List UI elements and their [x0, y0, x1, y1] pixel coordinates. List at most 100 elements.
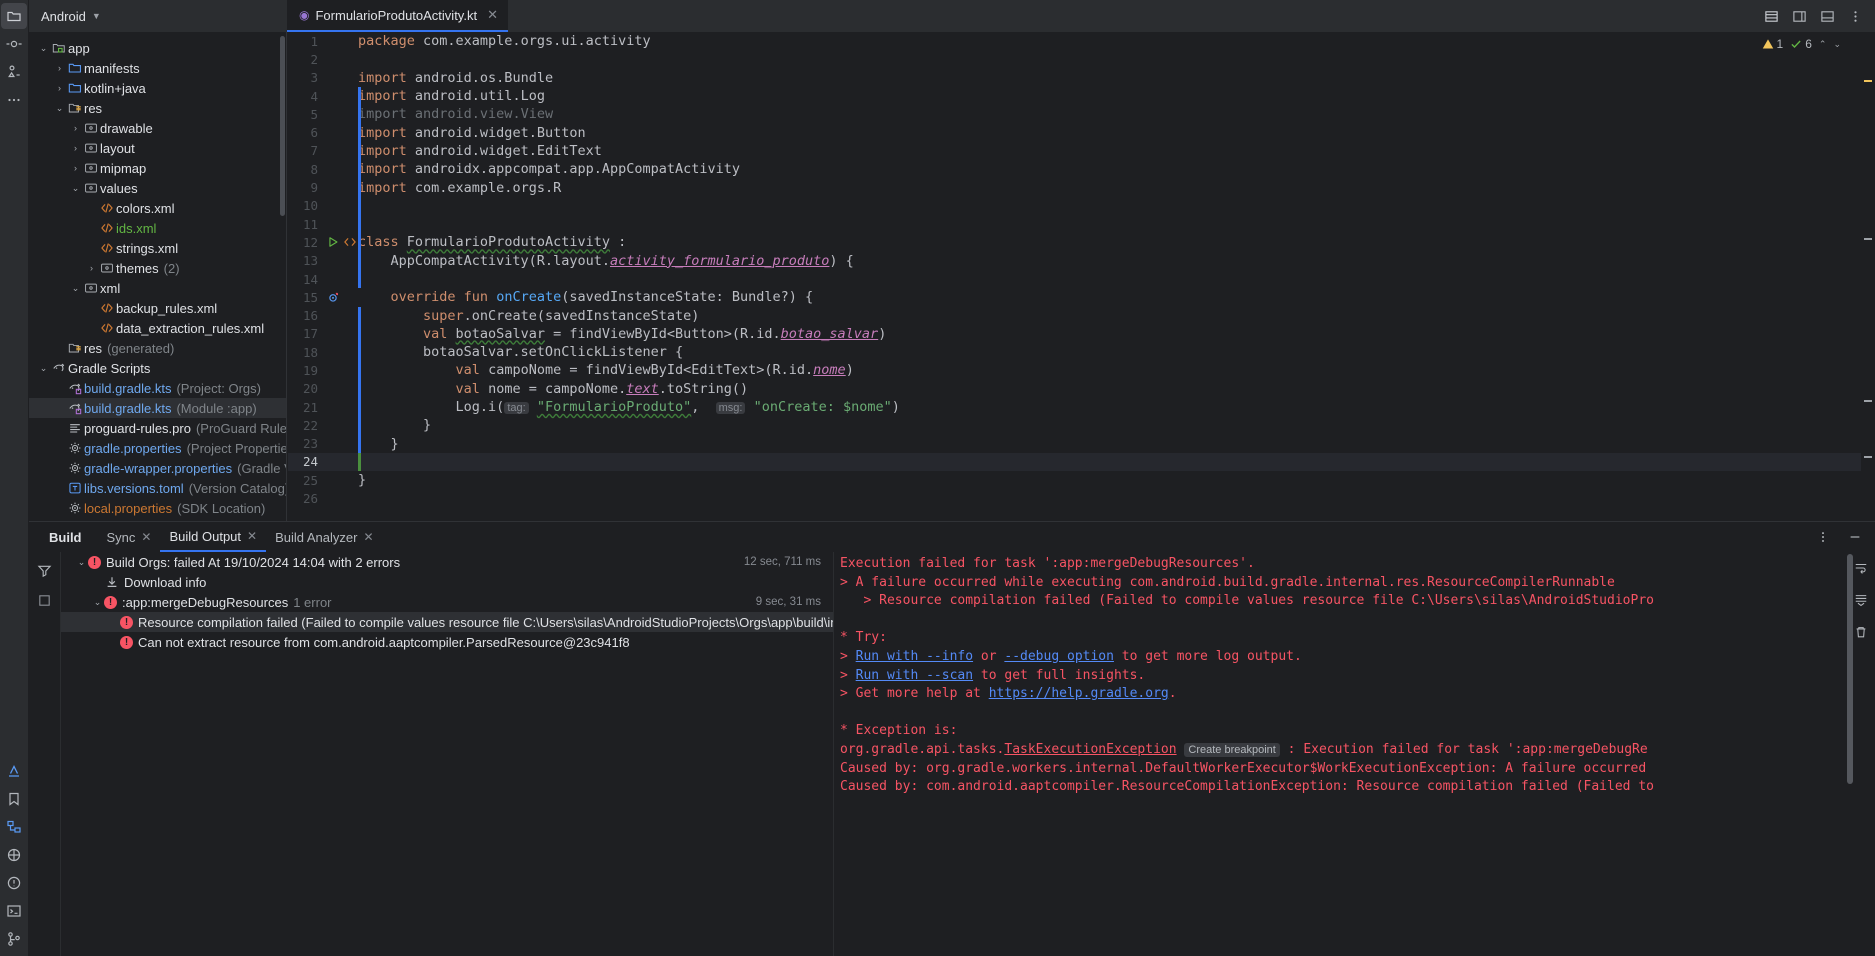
changed-lines-marker[interactable] — [358, 306, 361, 453]
close-icon[interactable]: ✕ — [487, 7, 498, 23]
project-tree-item[interactable]: ⌄ app — [29, 38, 286, 58]
code-line[interactable]: 1 package com.example.orgs.ui.activity — [288, 32, 1875, 50]
project-tree-item[interactable]: ⌄ res — [29, 98, 286, 118]
console-exception-name[interactable]: TaskExecutionException — [1004, 742, 1176, 757]
preview-icon[interactable] — [342, 235, 357, 249]
chevron-down-icon[interactable]: ⌄ — [37, 363, 50, 374]
more-icon[interactable] — [1, 87, 27, 113]
project-view-selector[interactable]: Android ▼ — [29, 0, 287, 32]
split-bottom-icon[interactable] — [1815, 4, 1839, 28]
restart-icon[interactable] — [33, 588, 57, 612]
code-line[interactable]: 4 import android.util.Log — [288, 87, 1875, 105]
code-line[interactable]: 23 } — [288, 435, 1875, 453]
build-tab-build-output[interactable]: Build Output ✕ — [160, 522, 267, 552]
close-icon[interactable]: ✕ — [141, 530, 151, 544]
problems-icon[interactable] — [1, 870, 27, 896]
chevron-right-icon[interactable]: › — [69, 163, 82, 173]
build-tab-build-analyzer[interactable]: Build Analyzer ✕ — [266, 522, 382, 552]
code-line[interactable]: 7 import android.widget.EditText — [288, 142, 1875, 160]
layout-split-icon[interactable] — [1759, 4, 1783, 28]
editor-warning-marker[interactable] — [1864, 80, 1872, 82]
project-tree-item[interactable]: gradle.properties(Project Properties) — [29, 438, 286, 458]
project-tree-item[interactable]: local.properties (SDK Location) — [29, 498, 286, 518]
project-tree-item[interactable]: › drawable — [29, 118, 286, 138]
build-output-row[interactable]: ⌄!:app:mergeDebugResources 1 error 9 sec, … — [61, 592, 833, 612]
code-line[interactable]: 2 — [288, 50, 1875, 68]
device-manager-icon[interactable] — [1, 842, 27, 868]
panel-options-icon[interactable] — [1811, 525, 1835, 549]
project-tree-item[interactable]: strings.xml — [29, 238, 286, 258]
commit-icon[interactable] — [1, 31, 27, 57]
editor-marker[interactable] — [1864, 400, 1872, 402]
build-output-row[interactable]: ! Resource compilation failed (Failed to … — [61, 612, 833, 632]
project-tree[interactable]: ⌄ app › manifests › kotlin+java ⌄ res › drawable ›… — [29, 32, 286, 518]
changed-lines-marker[interactable] — [358, 196, 361, 289]
build-output-row[interactable]: ! Can not extract resource from com.andro… — [61, 632, 833, 652]
code-line[interactable]: 19 val campoNome = findViewById<EditText… — [288, 361, 1875, 379]
code-line[interactable]: 14 — [288, 270, 1875, 288]
project-tree-item[interactable]: data_extraction_rules.xml — [29, 318, 286, 338]
scroll-to-end-icon[interactable] — [1849, 588, 1873, 612]
check-count[interactable]: 6 — [1790, 37, 1812, 51]
override-icon[interactable] — [325, 290, 340, 304]
code-line[interactable]: 3 import android.os.Bundle — [288, 69, 1875, 87]
soft-wrap-icon[interactable] — [1849, 556, 1873, 580]
code-lines[interactable]: 1 package com.example.orgs.ui.activity 2 3 i… — [288, 32, 1875, 508]
code-line[interactable]: 10 — [288, 197, 1875, 215]
project-tree-item[interactable]: › kotlin+java — [29, 78, 286, 98]
code-line[interactable]: 24 — [288, 452, 1875, 472]
create-breakpoint-badge[interactable]: Create breakpoint — [1184, 742, 1280, 757]
console-link[interactable]: --debug option — [1004, 649, 1114, 664]
chevron-down-icon[interactable]: ⌄ — [75, 557, 88, 568]
code-line[interactable]: 13 AppCompatActivity(R.layout.activity_f… — [288, 252, 1875, 270]
code-line[interactable]: 8 import androidx.appcompat.app.AppCompat… — [288, 160, 1875, 178]
project-tree-item[interactable]: res (generated) — [29, 338, 286, 358]
project-tree-item[interactable]: colors.xml — [29, 198, 286, 218]
project-tree-vertical-scrollbar[interactable] — [280, 36, 285, 216]
chevron-right-icon[interactable]: › — [85, 263, 98, 273]
project-folder-icon[interactable] — [1, 3, 27, 29]
code-line[interactable]: 25} — [288, 471, 1875, 489]
project-tree-item[interactable]: gradle-wrapper.properties(Gradle Version… — [29, 458, 286, 478]
code-line[interactable]: 6 import android.widget.Button — [288, 123, 1875, 141]
build-output-row[interactable]: ⌄! Build Orgs: failed At 19/10/2024 14:04… — [61, 552, 833, 572]
chevron-down-icon[interactable]: ⌄ — [53, 103, 66, 114]
code-line[interactable]: 11 — [288, 215, 1875, 233]
code-line[interactable]: 9 import com.example.orgs.R — [288, 178, 1875, 196]
tab-formularioprodutoactivity[interactable]: ◉ FormularioProdutoActivity.kt ✕ — [287, 0, 508, 32]
project-tree-item[interactable]: › layout — [29, 138, 286, 158]
project-tree-item[interactable]: libs.versions.toml (Version Catalog) — [29, 478, 286, 498]
trash-icon[interactable] — [1849, 620, 1873, 644]
close-icon[interactable]: ✕ — [247, 529, 257, 543]
code-line[interactable]: 5 import android.view.View — [288, 105, 1875, 123]
code-line[interactable]: 15 override fun onCreate(savedInstanceSt… — [288, 288, 1875, 306]
chevron-down-icon[interactable]: ⌄ — [91, 597, 104, 608]
inspection-widget[interactable]: 1 6 ⌃ ⌄ — [1762, 37, 1841, 51]
more-options-icon[interactable] — [1843, 4, 1867, 28]
build-output-row[interactable]: Download info — [61, 572, 833, 592]
chevron-down-icon[interactable]: ⌄ — [69, 183, 82, 194]
chevron-right-icon[interactable]: › — [69, 143, 82, 153]
pull-requests-icon[interactable] — [1, 59, 27, 85]
project-tree-item[interactable]: build.gradle.kts (Project: Orgs) — [29, 378, 286, 398]
code-line[interactable]: 26 — [288, 489, 1875, 507]
run-icon[interactable] — [325, 235, 340, 249]
added-line-marker[interactable] — [358, 452, 361, 472]
editor-scroll-rail[interactable] — [1861, 32, 1875, 517]
close-icon[interactable]: ✕ — [363, 530, 373, 544]
project-tree-item[interactable]: ⌄ Gradle Scripts — [29, 358, 286, 378]
split-right-icon[interactable] — [1787, 4, 1811, 28]
code-line[interactable]: 22 } — [288, 416, 1875, 434]
code-line[interactable]: 18 botaoSalvar.setOnClickListener { — [288, 343, 1875, 361]
code-line[interactable]: 21 Log.i(tag: "FormularioProduto", msg: … — [288, 398, 1875, 416]
chevron-right-icon[interactable]: › — [69, 123, 82, 133]
filter-icon[interactable] — [33, 558, 57, 582]
editor-marker[interactable] — [1864, 238, 1872, 240]
build-output-tree[interactable]: ⌄! Build Orgs: failed At 19/10/2024 14:04… — [61, 552, 833, 956]
project-tree-item[interactable]: build.gradle.kts (Module :app) — [29, 398, 286, 418]
code-editor[interactable]: 1 package com.example.orgs.ui.activity 2 3 i… — [288, 32, 1875, 517]
hide-panel-icon[interactable] — [1843, 525, 1867, 549]
project-tree-item[interactable]: › themes (2) — [29, 258, 286, 278]
build-tab-sync[interactable]: Sync ✕ — [98, 522, 161, 552]
chevron-down-icon[interactable]: ⌄ — [69, 283, 82, 294]
